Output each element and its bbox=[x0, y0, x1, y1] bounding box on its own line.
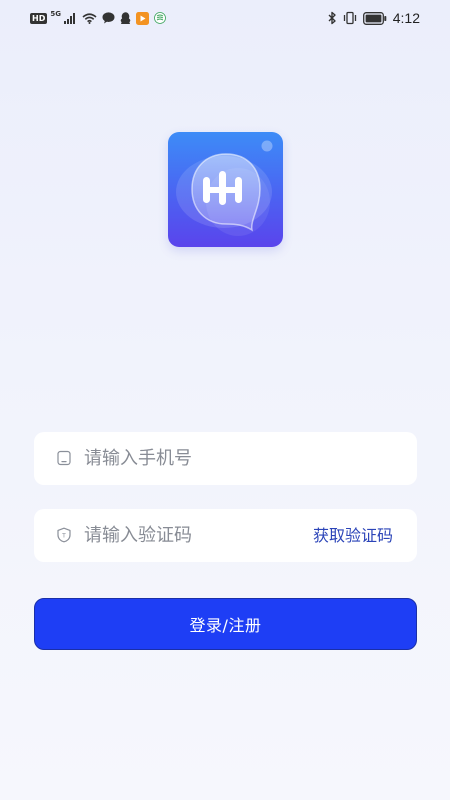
battery-icon bbox=[362, 11, 387, 25]
bluetooth-icon bbox=[328, 11, 337, 25]
chat-bubble-icon bbox=[102, 12, 115, 24]
login-register-button[interactable]: 登录/注册 bbox=[34, 598, 417, 650]
phone-input[interactable] bbox=[84, 432, 324, 485]
svg-text:T: T bbox=[61, 532, 66, 539]
status-clock: 4:12 bbox=[392, 10, 420, 26]
shield-icon: T bbox=[56, 527, 72, 543]
verification-code-input[interactable] bbox=[84, 509, 324, 562]
phone-icon bbox=[56, 450, 72, 466]
hd-badge: HD bbox=[30, 12, 48, 24]
vibrate-icon bbox=[343, 11, 357, 25]
video-app-icon bbox=[135, 11, 149, 25]
qq-penguin-icon bbox=[120, 12, 131, 24]
phone-field[interactable] bbox=[34, 432, 417, 485]
status-left: HD 5G bbox=[30, 10, 166, 26]
network-type-label: 5G bbox=[50, 10, 61, 18]
mobile-app-icon bbox=[154, 12, 166, 24]
status-right: 4:12 bbox=[328, 10, 420, 26]
verification-code-field[interactable]: T 获取验证码 bbox=[34, 509, 417, 562]
signal-icon bbox=[63, 12, 76, 24]
get-code-button[interactable]: 获取验证码 bbox=[313, 509, 393, 562]
wifi-icon bbox=[82, 12, 97, 24]
app-logo-icon bbox=[168, 132, 283, 247]
status-bar: HD 5G 4:12 bbox=[0, 0, 450, 36]
